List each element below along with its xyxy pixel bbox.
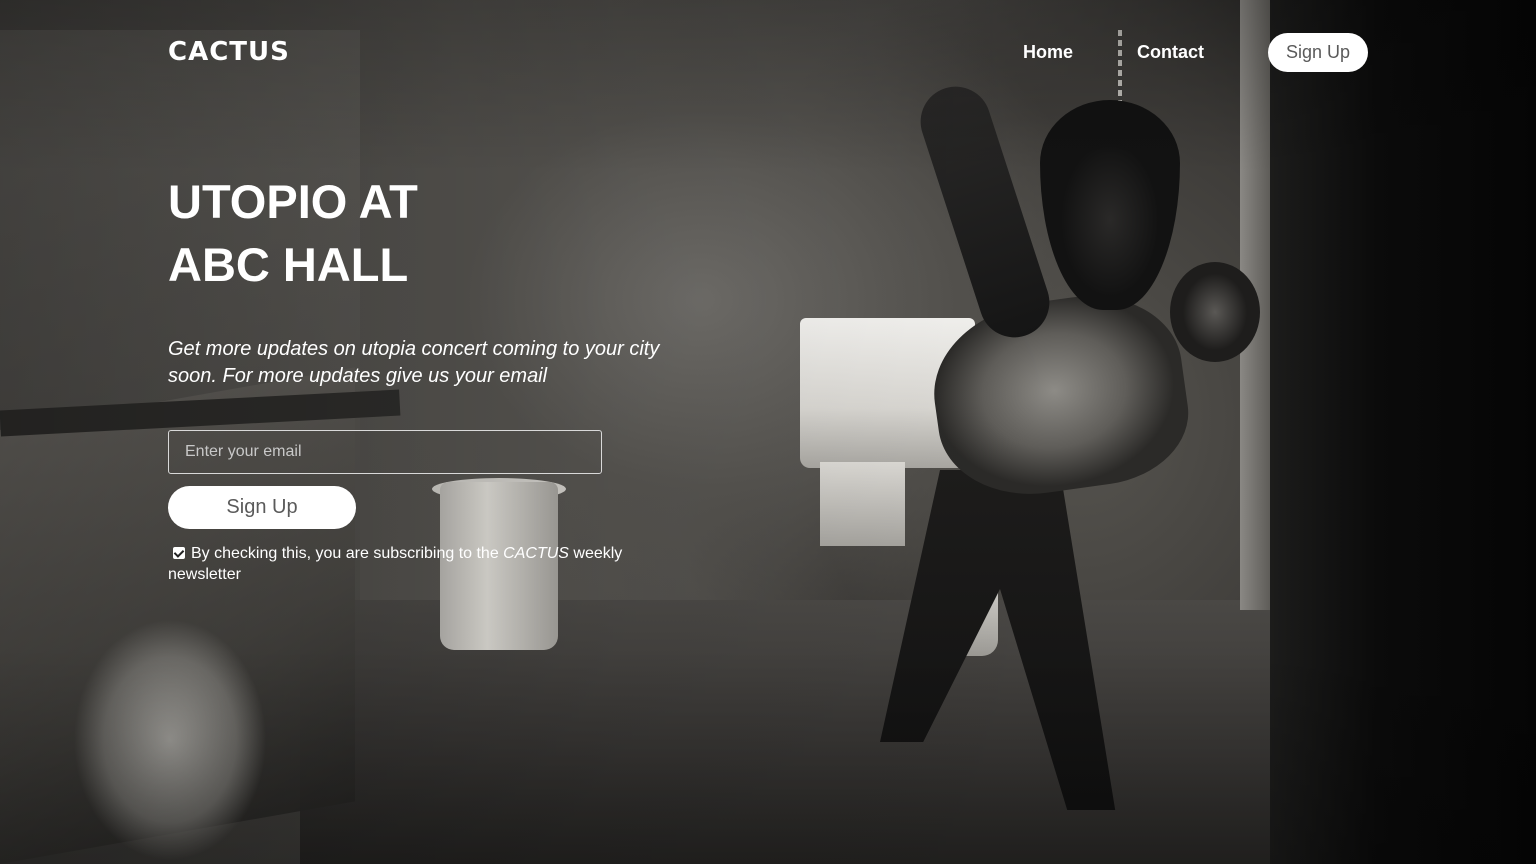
nav-signup-button[interactable]: Sign Up [1268,32,1368,72]
hero-title-line1: UTOPIO AT [168,175,418,228]
signup-button[interactable]: Sign Up [168,486,356,529]
newsletter-checkbox[interactable] [173,547,185,559]
consent-brand: CACTUS [503,545,569,562]
consent-text-before: By checking this, you are subscribing to… [191,545,504,562]
navbar: CACTUS Home Contact Sign Up [168,32,1368,72]
newsletter-consent: By checking this, you are subscribing to… [168,543,638,585]
nav-link-contact[interactable]: Contact [1137,42,1204,63]
hero-subtitle: Get more updates on utopia concert comin… [168,338,660,387]
hero: UTOPIO AT ABC HALL Get more updates on u… [168,170,668,585]
logo[interactable]: CACTUS [168,37,290,67]
email-input[interactable] [168,430,602,474]
nav-links: Home Contact Sign Up [1023,32,1368,72]
nav-link-home[interactable]: Home [1023,42,1073,63]
hero-title-line2: ABC HALL [168,238,409,291]
hero-title: UTOPIO AT ABC HALL [168,170,668,296]
